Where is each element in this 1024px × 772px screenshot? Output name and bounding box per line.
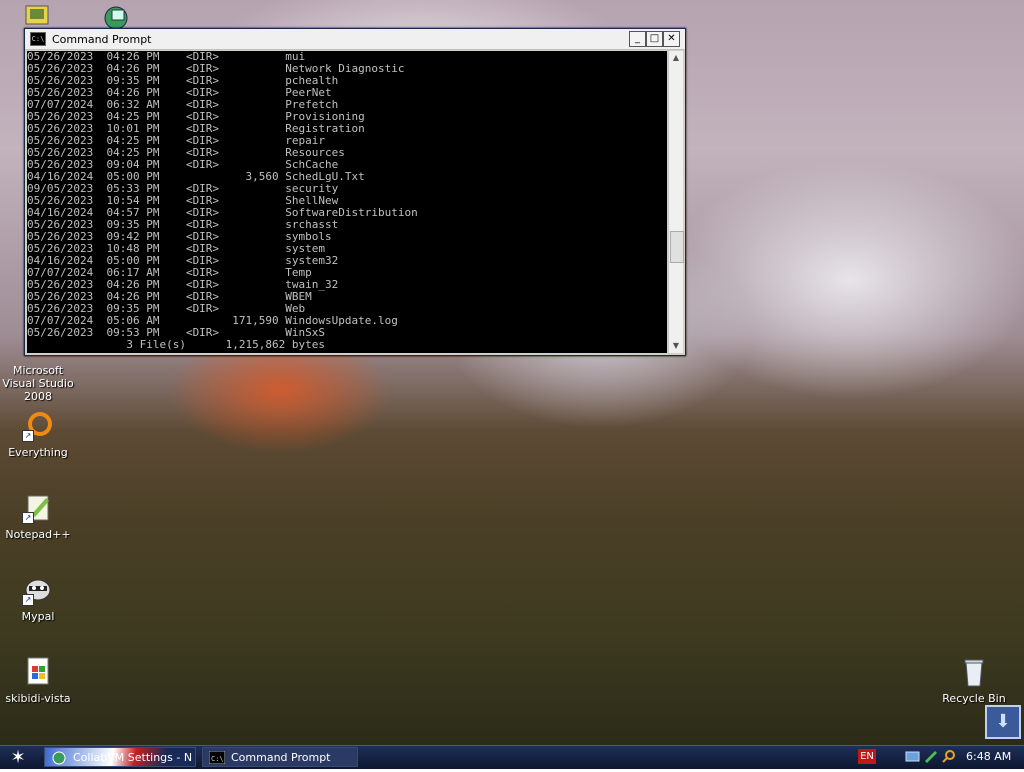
shortcut-arrow-icon: ↗ xyxy=(22,594,34,606)
console-app-icon: C:\ xyxy=(30,32,46,46)
show-desktop-button[interactable]: ⬇ xyxy=(985,705,1021,739)
console-output[interactable]: 05/26/2023 04:26 PM <DIR> mui 05/26/2023 … xyxy=(27,51,667,353)
desktop-icon-label: Notepad++ xyxy=(5,528,71,541)
window-title: Command Prompt xyxy=(52,32,152,46)
command-prompt-window[interactable]: C:\ Command Prompt _ □ ✕ 05/26/2023 04:2… xyxy=(24,28,686,356)
everything-search-icon: ↗ xyxy=(22,410,54,442)
close-button[interactable]: ✕ xyxy=(663,31,680,47)
svg-text:C:\: C:\ xyxy=(211,755,224,763)
taskbar-clock[interactable]: 6:48 AM xyxy=(966,746,1011,768)
desktop-icon-mypal[interactable]: ↗ Mypal xyxy=(0,574,78,623)
shortcut-arrow-icon: ↗ xyxy=(22,430,34,442)
desktop-icon-notepad-plus-plus[interactable]: ↗ Notepad++ xyxy=(0,492,78,541)
desktop-icon-label: Microsoft Visual Studio 2008 xyxy=(2,364,74,403)
browser-icon xyxy=(51,751,67,765)
desktop-icon-label: Recycle Bin xyxy=(942,692,1006,705)
scrollbar-thumb[interactable] xyxy=(670,231,684,263)
language-indicator[interactable]: EN xyxy=(858,749,876,764)
taskbar: ✶ CollabVM Settings - N C:\ Command Prom… xyxy=(0,745,1024,769)
taskbar-item-label: Command Prompt xyxy=(231,751,331,764)
safely-remove-hardware-icon[interactable] xyxy=(923,749,938,764)
maximize-button[interactable]: □ xyxy=(646,31,663,47)
desktop-icon-label: Mypal xyxy=(21,610,55,623)
console-app-icon: C:\ xyxy=(208,750,226,765)
taskbar-item-command-prompt[interactable]: C:\ Command Prompt xyxy=(202,747,358,767)
arrow-down-icon: ⬇ xyxy=(995,711,1011,732)
scroll-up-icon[interactable]: ▲ xyxy=(669,51,683,65)
notepad-plus-plus-icon: ↗ xyxy=(22,492,54,524)
vertical-scrollbar[interactable]: ▲ ▼ xyxy=(668,51,684,353)
taskbar-item-label: CollabVM Settings - N xyxy=(73,751,193,764)
shortcut-arrow-icon: ↗ xyxy=(22,512,34,524)
document-icon xyxy=(22,656,54,688)
desktop-icon-label: Everything xyxy=(8,446,68,459)
network-tray-icon[interactable] xyxy=(905,749,920,764)
scroll-down-icon[interactable]: ▼ xyxy=(669,339,683,353)
console-line: 3 File(s) 1,215,862 bytes xyxy=(27,338,326,351)
recycle-bin-icon xyxy=(958,656,990,688)
desktop-icon-skibidi-vista[interactable]: skibidi-vista xyxy=(0,656,78,705)
taskbar-item-collabvm[interactable]: CollabVM Settings - N xyxy=(44,747,196,767)
start-button[interactable]: ✶ xyxy=(4,747,32,768)
window-titlebar[interactable]: C:\ Command Prompt _ □ ✕ xyxy=(25,29,685,50)
mypal-raccoon-icon: ↗ xyxy=(22,574,54,606)
search-tray-icon[interactable] xyxy=(941,749,956,764)
minimize-button[interactable]: _ xyxy=(629,31,646,47)
desktop-icon-label: skibidi-vista xyxy=(5,692,71,705)
desktop-icon-recycle-bin[interactable]: Recycle Bin xyxy=(934,656,1014,705)
desktop-icon-everything[interactable]: ↗ Everything xyxy=(0,410,78,459)
